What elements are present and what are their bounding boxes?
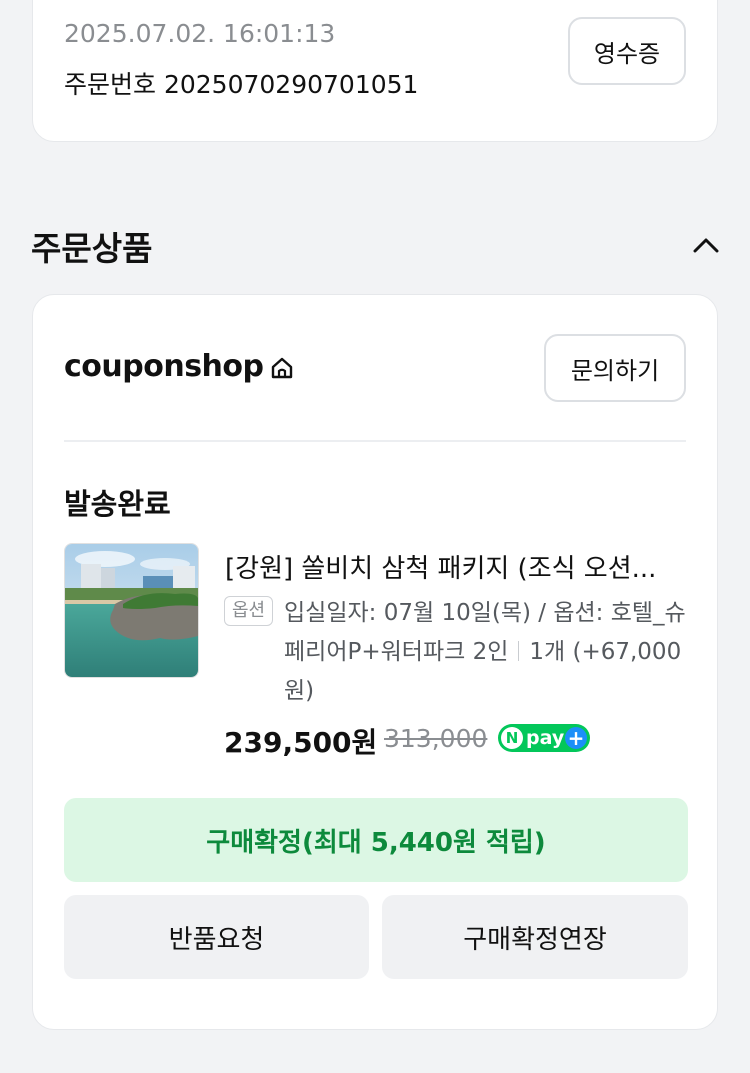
option-text: 입실일자: 07월 10일(목) / 옵션: 호텔_슈페리어P+워터파크 2인 1… xyxy=(284,594,694,711)
order-datetime: 2025.07.02. 16:01:13 xyxy=(64,19,336,48)
chevron-up-icon[interactable] xyxy=(693,232,719,258)
order-number: 주문번호 2025070290701051 xyxy=(64,70,419,99)
delivery-status: 발송완료 xyxy=(64,487,171,521)
inquiry-button[interactable]: 문의하기 xyxy=(544,334,686,402)
option-separator xyxy=(518,641,520,661)
divider xyxy=(64,440,686,442)
plus-icon: + xyxy=(565,727,587,749)
npay-text: pay xyxy=(526,727,565,749)
option-badge: 옵션 xyxy=(224,596,274,626)
original-price: 313,000 xyxy=(384,724,488,753)
sale-price: 239,500원 xyxy=(224,726,378,759)
product-title[interactable]: [강원] 쏠비치 삼척 패키지 (조식 오션... xyxy=(225,548,689,585)
confirm-extension-button[interactable]: 구매확정연장 xyxy=(382,895,688,979)
home-icon xyxy=(271,357,292,378)
order-info-card: 2025.07.02. 16:01:13 주문번호 20250702907010… xyxy=(32,0,718,142)
product-thumbnail[interactable] xyxy=(64,543,199,678)
npay-n-logo: N xyxy=(501,727,523,749)
purchase-confirm-button[interactable]: 구매확정(최대 5,440원 적립) xyxy=(64,798,688,882)
return-request-button[interactable]: 반품요청 xyxy=(64,895,369,979)
receipt-button[interactable]: 영수증 xyxy=(568,17,686,85)
section-title: 주문상품 xyxy=(31,229,153,268)
shop-name: couponshop xyxy=(64,349,264,384)
order-item-card: couponshop 문의하기 발송완료 [강원] 쏠비치 삼척 패키지 (조식… xyxy=(32,294,718,1030)
shop-header[interactable]: couponshop xyxy=(64,349,294,384)
npay-plus-badge: N pay + xyxy=(498,724,590,752)
product-image xyxy=(65,544,198,677)
